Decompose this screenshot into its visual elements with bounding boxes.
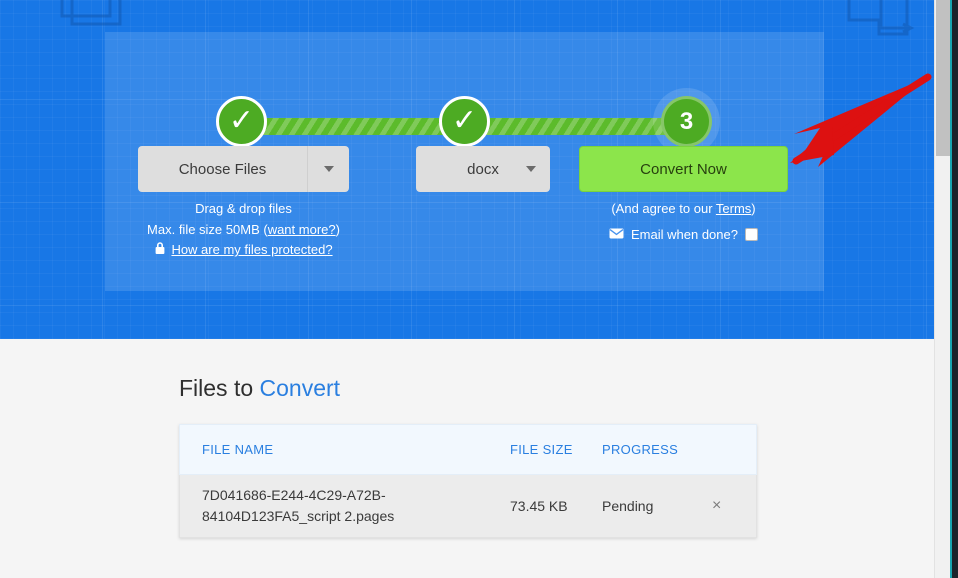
step-connector-2 [464, 118, 686, 135]
file-size-cell: 73.45 KB [510, 498, 568, 514]
step-indicator-2[interactable]: ✓ [439, 96, 490, 147]
terms-suffix: ) [751, 201, 756, 216]
lock-icon [154, 241, 166, 258]
want-more-link[interactable]: want more? [268, 222, 336, 237]
upload-help-text: Drag & drop files Max. file size 50MB (w… [138, 198, 349, 240]
file-progress-cell: Pending [602, 498, 654, 514]
check-icon: ✓ [451, 103, 478, 137]
files-table: FILE NAME FILE SIZE PROGRESS 7D041686-E2… [179, 424, 757, 538]
email-when-done-label: Email when done? [631, 227, 738, 242]
file-name-cell: 7D041686-E244-4C29-A72B-84104D123FA5_scr… [202, 487, 395, 524]
terms-link[interactable]: Terms [716, 201, 751, 216]
scrollbar-thumb[interactable] [936, 0, 950, 156]
drag-drop-hint: Drag & drop files [195, 201, 292, 216]
step-connector-1 [241, 118, 463, 135]
email-when-done-checkbox[interactable] [744, 228, 758, 241]
max-file-size-hint: Max. file size 50MB (want more?) [138, 219, 349, 240]
hero-section: ✓ ✓ 3 Choose Files docx Convert Now Drag… [0, 0, 934, 339]
max-size-prefix: Max. file size 50MB ( [147, 222, 268, 237]
email-when-done-row: Email when done? [579, 227, 788, 242]
choose-files-group: Choose Files [138, 146, 349, 192]
remove-file-button[interactable]: × [712, 497, 756, 515]
chevron-down-icon [323, 166, 334, 172]
convert-now-button[interactable]: Convert Now [579, 146, 788, 192]
step-number-label: 3 [679, 107, 694, 135]
files-section-heading: Files to Convert [179, 375, 340, 402]
choose-files-dropdown-button[interactable] [308, 146, 349, 192]
max-size-suffix: ) [335, 222, 340, 237]
column-header-progress: PROGRESS [602, 442, 679, 457]
column-header-file-size: FILE SIZE [510, 442, 573, 457]
page-viewport: ✓ ✓ 3 Choose Files docx Convert Now Drag… [0, 0, 934, 578]
document-outline-icon [845, 0, 921, 51]
terms-prefix: (And agree to our [611, 201, 716, 216]
progress-steps: ✓ ✓ 3 [105, 32, 824, 147]
window-right-edge [950, 0, 958, 578]
envelope-icon [609, 227, 624, 242]
heading-plain-part: Files to [179, 375, 260, 401]
column-header-file-name: FILE NAME [202, 442, 274, 457]
table-row: 7D041686-E244-4C29-A72B-84104D123FA5_scr… [179, 475, 757, 538]
terms-agreement-text: (And agree to our Terms) [579, 198, 788, 219]
table-header-row: FILE NAME FILE SIZE PROGRESS [179, 424, 757, 475]
converter-panel: ✓ ✓ 3 Choose Files docx Convert Now Drag… [105, 32, 824, 291]
vertical-scrollbar[interactable] [934, 0, 950, 578]
step-indicator-3[interactable]: 3 [661, 96, 712, 147]
heading-accent-part: Convert [259, 375, 341, 401]
choose-files-button[interactable]: Choose Files [138, 146, 308, 192]
step-indicator-1[interactable]: ✓ [216, 96, 267, 147]
output-format-select[interactable]: docx [416, 146, 550, 192]
check-icon: ✓ [228, 103, 255, 137]
output-format-value: docx [467, 160, 499, 178]
files-protected-row: How are my files protected? [138, 241, 349, 258]
chevron-down-icon [526, 166, 536, 172]
browser-page: ✓ ✓ 3 Choose Files docx Convert Now Drag… [0, 0, 958, 578]
controls-row: Choose Files docx Convert Now [105, 146, 824, 194]
files-protected-link[interactable]: How are my files protected? [171, 242, 332, 257]
